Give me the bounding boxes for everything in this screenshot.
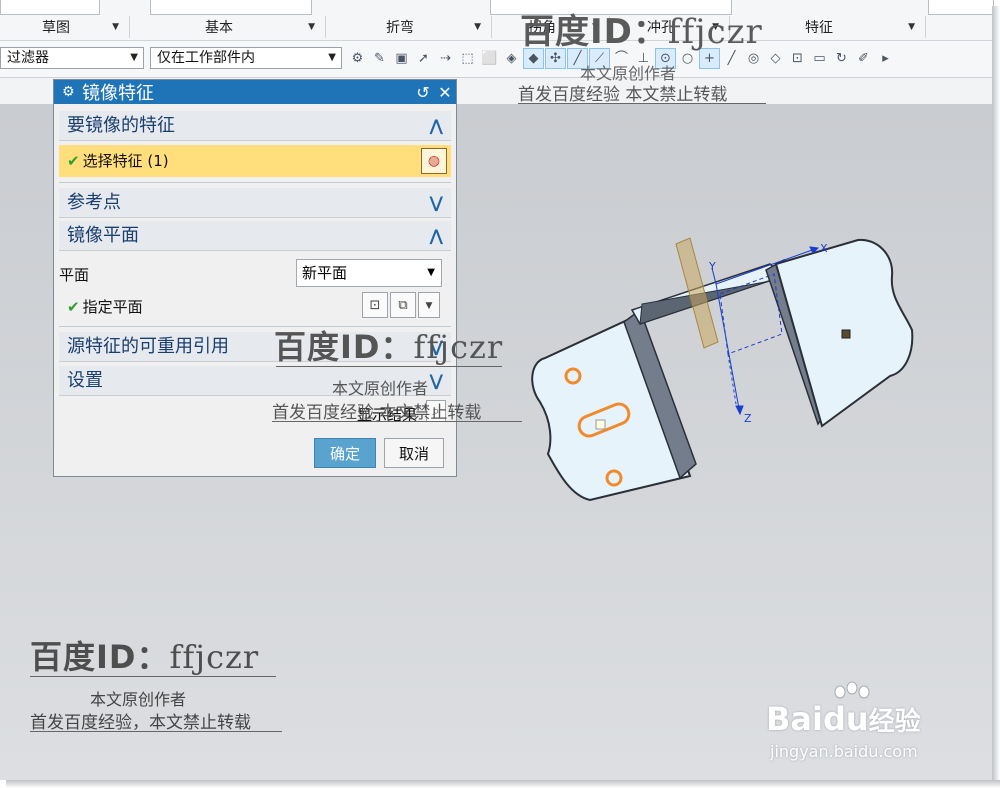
section-title: 源特征的可重用引用 — [67, 336, 229, 357]
watermark-notice: 首发百度经验 本文禁止转载 — [518, 85, 728, 105]
axis-z-label: Z — [744, 412, 752, 425]
more-icon[interactable]: ▸ — [876, 49, 895, 68]
box-select-icon[interactable]: ⬚ — [458, 49, 477, 68]
watermark-underline — [272, 421, 522, 422]
chevron-up-icon[interactable]: ⋀ — [430, 221, 443, 251]
window-shadow — [6, 780, 1000, 788]
paw-icon — [834, 681, 870, 699]
baidu-url: jingyan.baidu.com — [770, 742, 918, 761]
chevron-down-icon[interactable]: ⋁ — [430, 366, 443, 396]
reset-icon[interactable]: ↺ — [412, 83, 434, 102]
watermark-id: 百度ID：ffjczr — [274, 328, 504, 366]
square-hole — [841, 329, 851, 339]
feature-select-icon[interactable]: ◍ — [421, 148, 447, 174]
selected-feature-marker — [595, 419, 606, 430]
section-title: 参考点 — [67, 192, 121, 213]
lasso-icon[interactable]: ⇢ — [436, 49, 455, 68]
section-reference-point[interactable]: 参考点 ⋁ — [59, 188, 451, 218]
window-icon[interactable]: ▭ — [810, 49, 829, 68]
ribbon-group-bend[interactable]: 折弯 ▼ — [326, 16, 492, 38]
chevron-down-icon[interactable]: ▼ — [308, 22, 315, 32]
scope-filter-combo[interactable]: 仅在工作部件内 ▼ — [150, 47, 342, 69]
ribbon-group-label: 基本 — [205, 20, 234, 36]
dialog-title: 镜像特征 — [82, 83, 154, 104]
watermark-id: 百度ID：ffjczr — [30, 638, 260, 676]
section-title: 镜像平面 — [67, 225, 139, 246]
chevron-down-icon[interactable]: ▼ — [130, 48, 138, 68]
plane-inferred-icon[interactable]: ⧉ — [390, 292, 416, 318]
ribbon-group-label: 折弯 — [386, 20, 415, 36]
selection-toolbar: 过滤器 ▼ 仅在工作部件内 ▼ ⚙ ✎ ▣ ➚ ⇢ ⬚ ⬜ ◈ ◆ ✣ ╱ ⟋ … — [0, 41, 992, 78]
watermark-underline — [518, 103, 766, 104]
ribbon-bar: 草图 ▼ 基本 ▼ 折弯 ▼ 拐角 ▼ 冲孔 ▼ 特征 ▼ — [0, 0, 994, 41]
filter-icon[interactable]: ⚙ — [348, 49, 367, 68]
watermark-id: 百度ID：ffjczr — [520, 12, 763, 52]
chevron-down-icon[interactable]: ▼ — [908, 22, 915, 32]
type-filter-value: 过滤器 — [7, 50, 49, 66]
watermark-author: 本文原创作者 — [332, 379, 429, 398]
check-icon: ✔ — [67, 152, 80, 170]
deselect-icon[interactable]: ✎ — [370, 49, 389, 68]
rect-select-icon[interactable]: ⬜ — [480, 49, 499, 68]
axis-x-label: X — [820, 242, 828, 255]
watermark-notice: 首发百度经验，本文禁止转载 — [30, 713, 251, 733]
chevron-down-icon[interactable]: ⋁ — [430, 188, 443, 218]
specify-plane-label: 指定平面 — [82, 298, 143, 316]
chevron-up-icon[interactable]: ⋀ — [430, 111, 443, 141]
scope-filter-value: 仅在工作部件内 — [157, 50, 255, 66]
ok-button[interactable]: 确定 — [314, 438, 376, 468]
chevron-down-icon[interactable]: ▼ — [474, 22, 481, 32]
chevron-down-icon[interactable]: ▼ — [112, 22, 119, 32]
gear-icon[interactable]: ⚙ — [62, 84, 82, 100]
application-window: 草图 ▼ 基本 ▼ 折弯 ▼ 拐角 ▼ 冲孔 ▼ 特征 ▼ 过滤器 ▼ 仅在工作… — [0, 0, 994, 780]
window-shadow — [992, 6, 1000, 788]
pointer-icon[interactable]: ➚ — [414, 49, 433, 68]
ribbon-group-basic[interactable]: 基本 ▼ — [130, 16, 326, 38]
check-icon: ✔ — [67, 298, 80, 316]
watermark-underline — [30, 676, 276, 677]
chevron-down-icon[interactable]: ▼ — [427, 260, 435, 286]
chevron-down-icon[interactable]: ▼ — [418, 292, 440, 318]
divider — [59, 182, 451, 183]
section-title: 要镜像的特征 — [67, 115, 175, 136]
watermark-notice: 首发百度经验 本文禁止转载 — [272, 403, 482, 423]
select-add-icon[interactable]: ▣ — [392, 49, 411, 68]
chevron-down-icon[interactable]: ▼ — [328, 48, 336, 68]
select-feature-label: 选择特征 (1) — [82, 152, 169, 170]
watermark-author: 本文原创作者 — [90, 690, 187, 709]
dialog-titlebar[interactable]: ⚙ 镜像特征 ↺ ✕ — [54, 80, 456, 104]
ribbon-top-tab-clip — [0, 0, 100, 15]
type-filter-combo[interactable]: 过滤器 ▼ — [0, 47, 144, 69]
paint-icon[interactable]: ✐ — [854, 49, 873, 68]
face-icon[interactable]: ◈ — [502, 49, 521, 68]
rotate-icon[interactable]: ↻ — [832, 49, 851, 68]
render-icon[interactable]: ◇ — [766, 49, 785, 68]
zoom-fit-icon[interactable]: ⊡ — [788, 49, 807, 68]
section-features-to-mirror[interactable]: 要镜像的特征 ⋀ — [59, 111, 451, 141]
plane-dialog-icon[interactable]: ⊡ — [362, 292, 388, 318]
section-mirror-plane[interactable]: 镜像平面 ⋀ — [59, 221, 451, 251]
close-icon[interactable]: ✕ — [434, 83, 456, 102]
watermark-underline — [276, 366, 502, 367]
plane-type-value: 新平面 — [302, 264, 348, 282]
axis-y-label: Y — [708, 260, 716, 273]
ribbon-group-label: 草图 — [42, 20, 71, 36]
cancel-button[interactable]: 取消 — [384, 438, 444, 468]
watermark-underline — [30, 731, 282, 732]
ribbon-top-tab-clip — [150, 0, 312, 15]
ribbon-group-sketch[interactable]: 草图 ▼ — [0, 16, 130, 38]
plane-type-combo[interactable]: 新平面 ▼ — [296, 259, 442, 287]
ribbon-top-tab-clip — [928, 0, 994, 15]
select-feature-row[interactable]: ✔ 选择特征 (1) ◍ — [59, 145, 451, 177]
section-title: 设置 — [67, 370, 103, 391]
